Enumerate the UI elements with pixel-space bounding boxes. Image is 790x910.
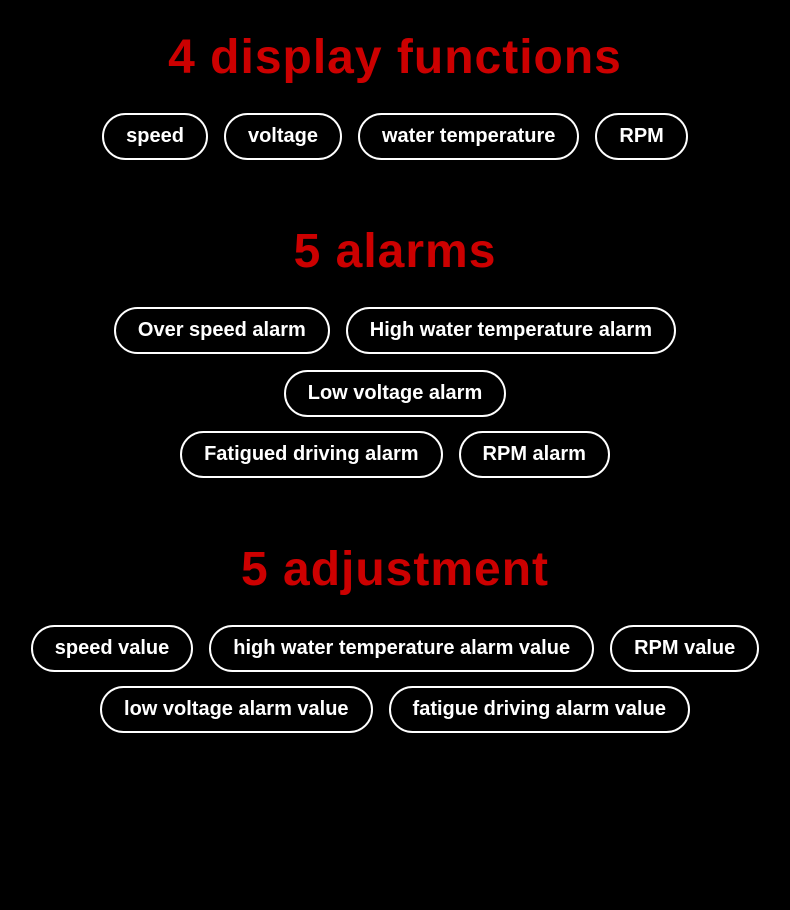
badge-adjustment-0-2: RPM value xyxy=(610,625,759,672)
badges-row-adjustment-1: low voltage alarm value fatigue driving a… xyxy=(20,686,770,733)
badge-display-functions-0-0: speed xyxy=(102,113,208,160)
badge-display-functions-0-2: water temperature xyxy=(358,113,579,160)
badge-display-functions-0-1: voltage xyxy=(224,113,342,160)
section-title-display-functions: 4 display functions xyxy=(168,30,622,85)
badge-adjustment-0-1: high water temperature alarm value xyxy=(209,625,594,672)
badge-adjustment-0-0: speed value xyxy=(31,625,194,672)
section-title-alarms: 5 alarms xyxy=(294,224,497,279)
badge-adjustment-1-0: low voltage alarm value xyxy=(100,686,373,733)
badge-display-functions-0-3: RPM xyxy=(595,113,687,160)
badge-alarms-0-1: High water temperature alarm xyxy=(346,307,676,354)
section-display-functions: 4 display functions speed voltage water tem… xyxy=(20,30,770,174)
badge-alarms-0-0: Over speed alarm xyxy=(114,307,330,354)
section-alarms: 5 alarms Over speed alarm High water tempe… xyxy=(20,224,770,492)
badge-alarms-1-1: RPM alarm xyxy=(459,431,610,478)
badge-alarms-0-2: Low voltage alarm xyxy=(284,370,507,417)
badge-alarms-1-0: Fatigued driving alarm xyxy=(180,431,442,478)
badges-row-adjustment-0: speed value high water temperature alarm … xyxy=(20,625,770,672)
badges-row-alarms-0: Over speed alarm High water temperature a… xyxy=(20,307,770,417)
badges-row-alarms-1: Fatigued driving alarm RPM alarm xyxy=(20,431,770,478)
section-adjustment: 5 adjustment speed value high water temper… xyxy=(20,542,770,747)
section-title-adjustment: 5 adjustment xyxy=(241,542,549,597)
main-container: 4 display functions speed voltage water tem… xyxy=(0,0,790,910)
badge-adjustment-1-1: fatigue driving alarm value xyxy=(389,686,690,733)
badges-row-display-functions-0: speed voltage water temperature RPM xyxy=(20,113,770,160)
